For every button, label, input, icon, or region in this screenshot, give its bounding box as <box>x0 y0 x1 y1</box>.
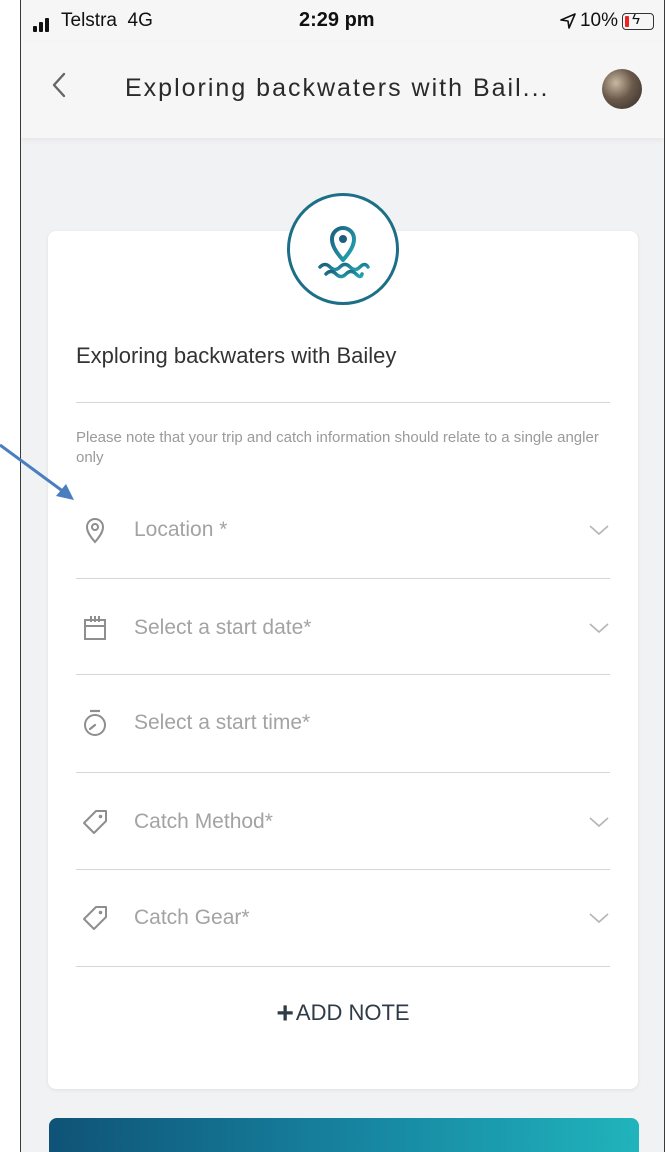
divider <box>76 869 610 870</box>
chevron-down-icon <box>589 817 609 828</box>
catch-method-label: Catch Method* <box>134 810 273 833</box>
water-location-icon <box>318 226 370 279</box>
location-label: Location * <box>134 518 228 541</box>
add-note-label: ADD NOTE <box>295 1000 410 1025</box>
catch-gear-label: Catch Gear* <box>134 906 250 929</box>
signal-icon <box>33 14 51 32</box>
chevron-down-icon <box>589 913 609 924</box>
start-time-label: Select a start time* <box>134 711 311 734</box>
trip-location-badge <box>287 193 399 305</box>
chevron-down-icon <box>589 623 609 634</box>
stopwatch-icon <box>84 709 106 736</box>
status-right: 10% ϟ <box>560 10 654 32</box>
add-note-button[interactable]: +ADD NOTE <box>48 997 638 1031</box>
location-field[interactable]: Location * <box>76 501 610 561</box>
back-button[interactable] <box>51 72 67 104</box>
divider <box>76 402 610 403</box>
catch-gear-field[interactable]: Catch Gear* <box>76 889 610 949</box>
plus-icon: + <box>276 997 294 1030</box>
divider <box>76 966 610 967</box>
battery-icon: ϟ <box>622 11 654 30</box>
divider <box>76 674 610 675</box>
phone-screen: Telstra 4G 2:29 pm 10% ϟ Exploring backw… <box>20 0 665 1152</box>
angler-note: Please note that your trip and catch inf… <box>76 429 599 466</box>
network-label: 4G <box>127 10 153 31</box>
primary-action-button[interactable] <box>49 1118 639 1152</box>
catch-method-field[interactable]: Catch Method* <box>76 793 610 853</box>
location-arrow-icon <box>560 13 576 29</box>
page-title: Exploring backwaters with Bail... <box>125 74 550 102</box>
divider <box>76 578 610 579</box>
start-time-field[interactable]: Select a start time* <box>76 694 610 754</box>
annotation-arrow-icon <box>0 443 74 500</box>
start-date-field[interactable]: Select a start date* <box>76 599 610 659</box>
status-bar: Telstra 4G 2:29 pm 10% ϟ <box>21 0 664 42</box>
trip-name: Exploring backwaters with Bailey <box>76 343 397 368</box>
avatar[interactable] <box>602 69 642 109</box>
tag-icon <box>83 810 107 834</box>
location-pin-icon <box>85 518 105 544</box>
clock: 2:29 pm <box>299 9 375 31</box>
tag-icon <box>83 906 107 930</box>
divider <box>76 772 610 773</box>
chevron-left-icon <box>52 72 66 98</box>
start-date-label: Select a start date* <box>134 616 312 639</box>
trip-form-card: Exploring backwaters with Bailey Please … <box>48 231 638 1089</box>
nav-bar: Exploring backwaters with Bail... <box>21 42 664 138</box>
calendar-icon <box>84 616 106 640</box>
carrier-label: Telstra 4G <box>61 10 153 31</box>
chevron-down-icon <box>589 525 609 536</box>
battery-percent: 10% <box>579 10 618 31</box>
